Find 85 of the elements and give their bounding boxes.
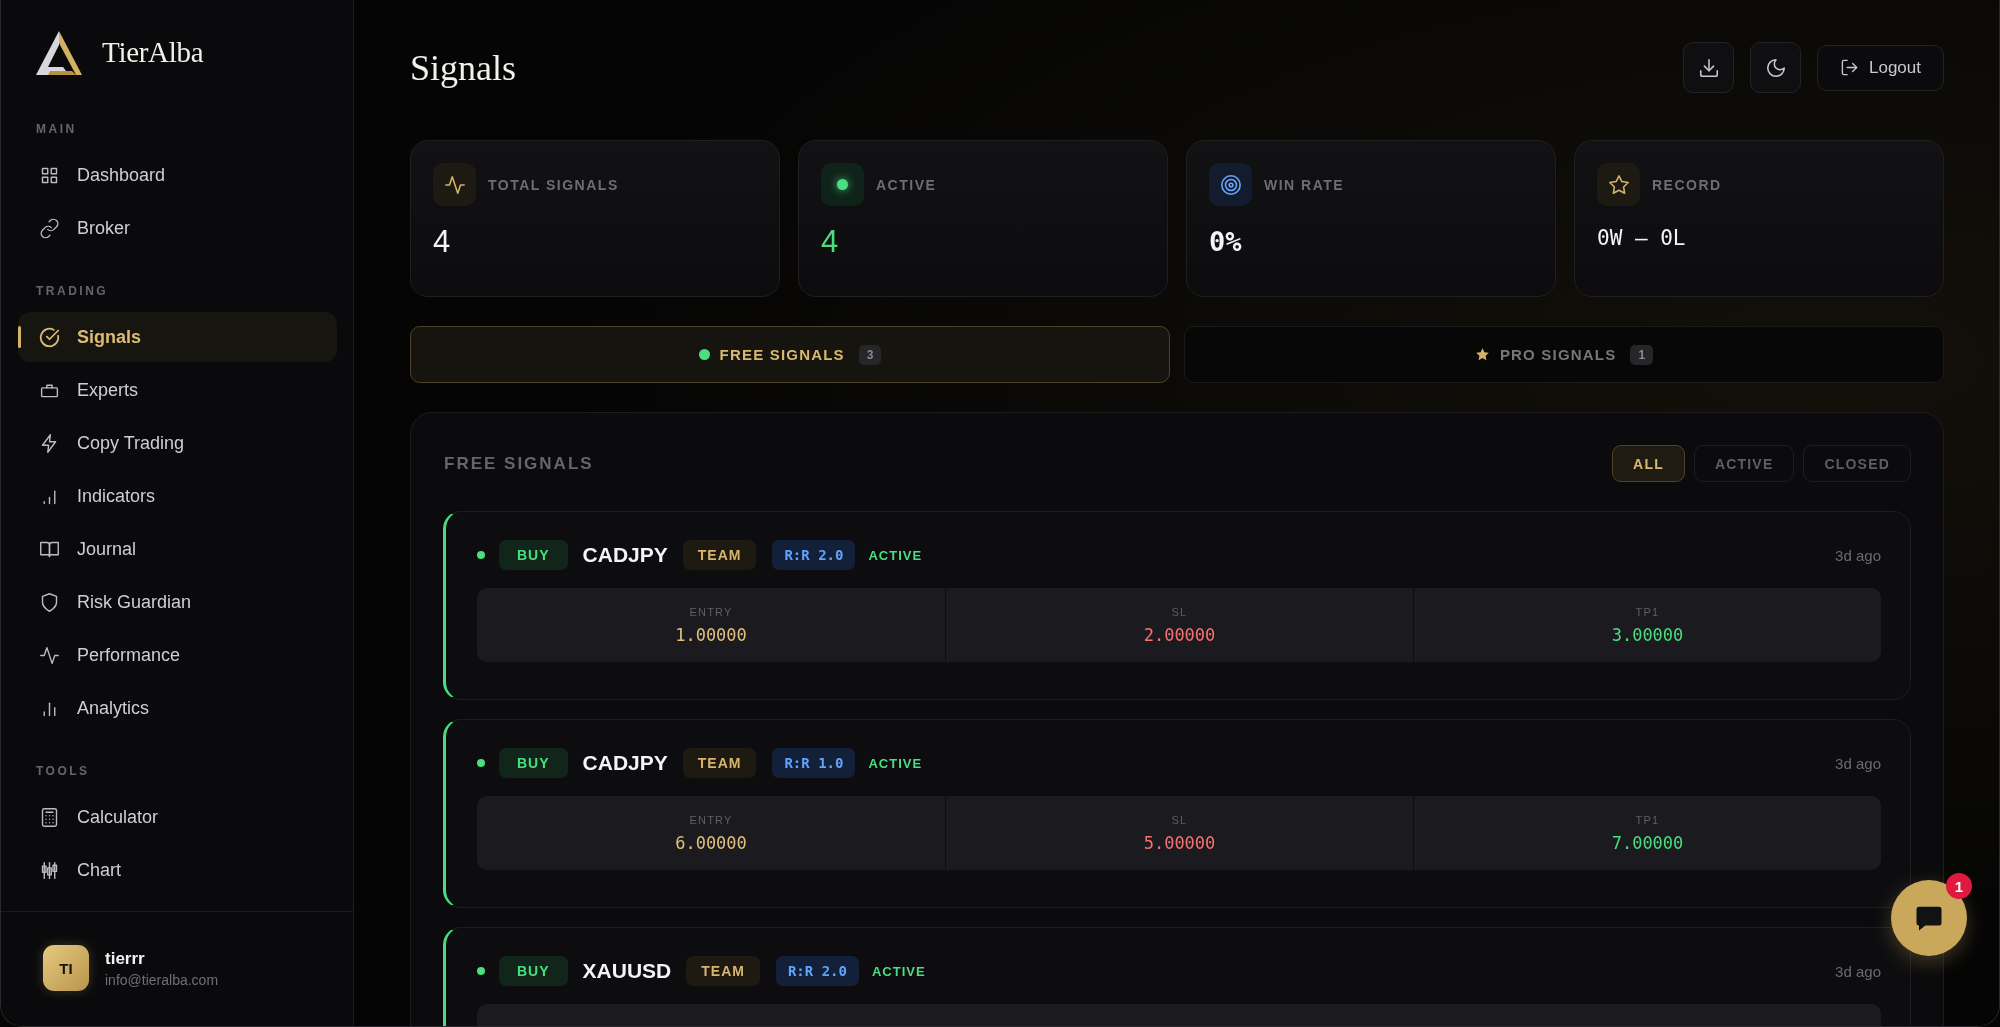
count-badge: 3 (858, 344, 882, 365)
sidebar-item[interactable]: Broker (18, 203, 337, 253)
sidebar-item[interactable]: Experts (18, 365, 337, 415)
brand-name: TierAlba (102, 36, 204, 69)
sidebar-item[interactable]: Chart (18, 845, 337, 895)
candlestick-icon (39, 859, 60, 881)
download-icon (1697, 56, 1720, 79)
logo-icon (36, 30, 82, 75)
theme-toggle-button[interactable] (1750, 42, 1801, 93)
status-label: ACTIVE (868, 547, 923, 563)
tag-badge: TEAM (686, 956, 760, 986)
check-circle-icon (39, 326, 60, 348)
level-value: 2.00000 (1143, 624, 1216, 645)
level-label: TP1 (1635, 605, 1660, 618)
status-dot-icon (477, 551, 485, 559)
level-value: 7.00000 (1611, 832, 1684, 853)
sidebar-item[interactable]: Calculator (18, 792, 337, 842)
stat-label: ACTIVE (876, 176, 937, 193)
pulse-icon (39, 644, 60, 666)
stat-value: 0% (1209, 225, 1242, 259)
status-dot-icon (477, 967, 485, 975)
level-value: 1.00000 (675, 624, 747, 645)
time-ago: 3d ago (1835, 754, 1881, 772)
symbol: CADJPY (582, 751, 668, 775)
sidebar-item[interactable]: Dashboard (18, 150, 337, 200)
symbol: CADJPY (582, 543, 668, 567)
tab[interactable]: PRO SIGNALS 1 (1184, 326, 1944, 383)
level-label: TP1 (1635, 813, 1660, 826)
risk-reward-badge: R:R 1.0 (772, 748, 856, 778)
stat-value: 4 (433, 224, 451, 260)
shield-icon (39, 591, 60, 613)
status-label: ACTIVE (868, 755, 923, 771)
stat-label: TOTAL SIGNALS (488, 176, 619, 193)
time-ago: 3d ago (1835, 546, 1881, 564)
direction-badge: BUY (499, 956, 568, 986)
sidebar-item[interactable]: Performance (18, 630, 337, 680)
sidebar-item[interactable]: Analytics (18, 683, 337, 733)
sidebar-item[interactable]: Indicators (18, 471, 337, 521)
notification-badge: 1 (1946, 873, 1972, 899)
user-avatar: TI (43, 945, 89, 991)
sidebar-item[interactable]: Risk Guardian (18, 577, 337, 627)
status-label: ACTIVE (871, 963, 926, 979)
logout-icon (1840, 58, 1859, 77)
moon-icon (1764, 56, 1787, 79)
pulse-icon (433, 163, 476, 206)
user-email: info@tieralba.com (105, 971, 219, 988)
tab[interactable]: FREE SIGNALS 3 (410, 326, 1170, 383)
stat-label: WIN RATE (1264, 176, 1345, 193)
section-label: TOOLS (36, 763, 90, 779)
stat-value: 0W — 0L (1597, 225, 1686, 252)
status-dot-icon (698, 349, 710, 360)
level-label: ENTRY (689, 605, 733, 618)
level-value: 3.00000 (1611, 624, 1684, 645)
section-label: TRADING (36, 283, 109, 299)
star-icon (1474, 347, 1490, 362)
level-label: SL (1171, 605, 1188, 618)
link-icon (39, 217, 60, 239)
stat-label: RECORD (1652, 176, 1722, 193)
target-icon (1209, 163, 1252, 206)
user-name: tierrr (105, 948, 145, 969)
calculator-icon (39, 806, 60, 828)
time-ago: 3d ago (1835, 962, 1881, 980)
direction-badge: BUY (499, 748, 568, 778)
sidebar-item[interactable]: Journal (18, 524, 337, 574)
download-button[interactable] (1683, 42, 1734, 93)
sidebar-item[interactable]: Signals (18, 312, 337, 362)
status-dot-icon (477, 759, 485, 767)
level-value: 5.00000 (1143, 832, 1216, 853)
filter-button[interactable]: ALL (1612, 445, 1685, 482)
level-label: SL (1171, 813, 1188, 826)
level-value: 6.00000 (675, 832, 747, 853)
risk-reward-badge: R:R 2.0 (775, 956, 859, 986)
tag-badge: TEAM (682, 748, 757, 778)
symbol: XAUUSD (582, 959, 672, 983)
stat-value: 4 (821, 224, 839, 260)
risk-reward-badge: R:R 2.0 (772, 540, 856, 570)
panel-title: FREE SIGNALS (444, 453, 594, 474)
section-label: MAIN (36, 121, 77, 137)
sidebar-item[interactable]: Copy Trading (18, 418, 337, 468)
level-label: ENTRY (689, 813, 733, 826)
direction-badge: BUY (499, 540, 568, 570)
page-title: Signals (410, 46, 516, 89)
tag-badge: TEAM (682, 540, 757, 570)
count-badge: 1 (1630, 344, 1654, 365)
logout-button[interactable]: Logout (1817, 44, 1944, 91)
